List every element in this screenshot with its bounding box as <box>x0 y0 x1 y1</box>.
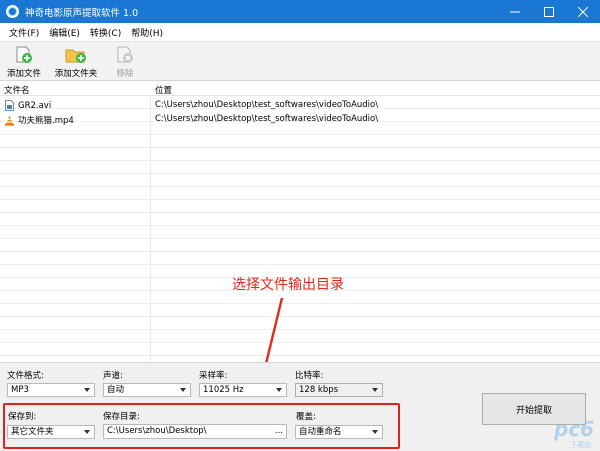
savedir-label: 保存目录: <box>103 412 140 422</box>
settings-panel: 文件格式: MP3 声道: 自动 采样率: 11025 Hz 比特率: 128 … <box>0 362 600 451</box>
dropdown-arrow-icon <box>276 388 282 392</box>
minimize-button[interactable] <box>498 0 532 23</box>
savedir-input[interactable]: C:\Users\zhou\Desktop\ ... <box>103 424 287 439</box>
add-folder-icon <box>65 49 86 63</box>
maximize-button[interactable] <box>532 0 566 23</box>
column-header-filename[interactable]: 文件名 <box>4 84 30 96</box>
bitrate-label: 比特率: <box>295 371 324 381</box>
close-button[interactable] <box>566 0 600 23</box>
format-label: 文件格式: <box>7 371 44 381</box>
channel-value: 自动 <box>107 385 125 395</box>
add-file-button[interactable]: 添加文件 <box>2 42 46 80</box>
menu-bar: 文件(F) 编辑(E) 转换(C) 帮助(H) <box>0 23 600 41</box>
add-folder-label: 添加文件夹 <box>54 69 98 79</box>
app-logo-icon <box>6 5 19 18</box>
channel-label: 声道: <box>103 371 123 381</box>
remove-label: 移除 <box>116 69 134 79</box>
table-row[interactable]: 功夫熊猫.mp4 C:\Users\zhou\Desktop\test_soft… <box>0 113 600 126</box>
remove-button[interactable]: 移除 <box>108 42 142 80</box>
file-name: 功夫熊猫.mp4 <box>18 116 74 126</box>
add-file-icon <box>16 46 32 63</box>
vlc-cone-icon <box>5 115 14 126</box>
add-folder-button[interactable]: 添加文件夹 <box>48 42 104 80</box>
menu-convert[interactable]: 转换(C) <box>85 26 126 39</box>
bitrate-value: 128 kbps <box>299 385 339 395</box>
file-list[interactable]: 文件名 位置 GR2.avi C:\Users\zhou\Desktop\tes… <box>0 83 600 362</box>
savedir-value: C:\Users\zhou\Desktop\ <box>107 426 207 436</box>
file-path: C:\Users\zhou\Desktop\test_softwares\vid… <box>155 100 379 110</box>
column-header-location[interactable]: 位置 <box>155 84 172 96</box>
add-file-label: 添加文件 <box>6 69 41 79</box>
file-path: C:\Users\zhou\Desktop\test_softwares\vid… <box>155 114 379 124</box>
saveto-value: 其它文件夹 <box>11 427 54 437</box>
remove-icon <box>117 46 133 63</box>
table-row[interactable]: GR2.avi C:\Users\zhou\Desktop\test_softw… <box>0 99 600 112</box>
channel-select[interactable]: 自动 <box>103 383 191 397</box>
annotation-text: 选择文件输出目录 <box>232 277 344 293</box>
overwrite-select[interactable]: 自动重命名 <box>295 425 383 439</box>
window-title: 神奇电影原声提取软件 1.0 <box>25 7 139 19</box>
avi-file-icon <box>5 100 14 111</box>
list-header: 文件名 位置 <box>0 83 600 96</box>
dropdown-arrow-icon <box>372 388 378 392</box>
watermark-text: 下载站 <box>570 440 591 449</box>
browse-button[interactable]: ... <box>275 425 283 438</box>
dropdown-arrow-icon <box>84 430 90 434</box>
svg-text:pc6: pc6 <box>553 417 594 441</box>
dropdown-arrow-icon <box>372 430 378 434</box>
saveto-label: 保存到: <box>8 412 37 422</box>
dropdown-arrow-icon <box>180 388 186 392</box>
minimize-icon <box>510 11 520 12</box>
close-icon <box>578 6 588 17</box>
format-value: MP3 <box>11 385 29 395</box>
samplerate-label: 采样率: <box>199 371 228 381</box>
saveto-select[interactable]: 其它文件夹 <box>7 425 95 439</box>
bitrate-select[interactable]: 128 kbps <box>295 383 383 397</box>
maximize-icon <box>544 6 554 17</box>
watermark-logo: pc6 下载站 <box>553 417 594 449</box>
format-select[interactable]: MP3 <box>7 383 95 397</box>
file-name: GR2.avi <box>18 100 52 111</box>
menu-edit[interactable]: 编辑(E) <box>44 26 85 39</box>
menu-help[interactable]: 帮助(H) <box>126 26 168 39</box>
title-bar: 神奇电影原声提取软件 1.0 <box>0 0 600 23</box>
samplerate-select[interactable]: 11025 Hz <box>199 383 287 397</box>
overwrite-value: 自动重命名 <box>299 427 342 437</box>
menu-file[interactable]: 文件(F) <box>4 26 44 39</box>
samplerate-value: 11025 Hz <box>203 385 244 395</box>
dropdown-arrow-icon <box>84 388 90 392</box>
overwrite-label: 覆盖: <box>296 412 316 422</box>
toolbar: 添加文件 添加文件夹 移除 <box>0 41 600 81</box>
